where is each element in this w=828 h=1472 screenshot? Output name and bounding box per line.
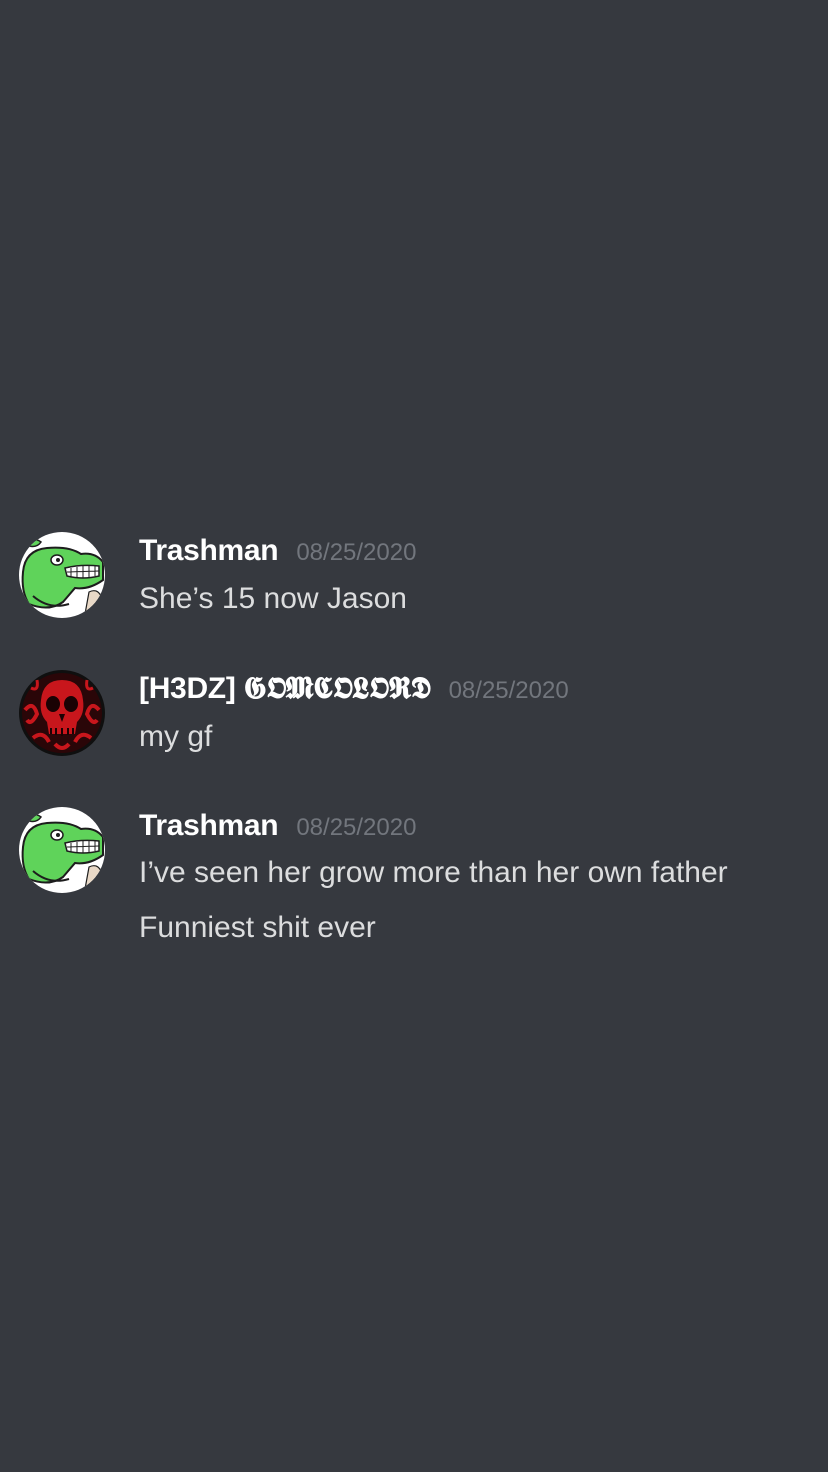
green-creature-avatar-icon[interactable] [19, 807, 105, 893]
timestamp[interactable]: 08/25/2020 [296, 539, 416, 567]
message-text: She’s 15 now Jason [139, 582, 407, 615]
red-skull-avatar-icon[interactable] [19, 670, 105, 756]
message-text: Funniest shit ever [139, 911, 376, 944]
message-header: Trashman 08/25/2020 [139, 809, 416, 843]
username[interactable]: Trashman [139, 534, 279, 568]
message-text: my gf [139, 720, 213, 753]
timestamp[interactable]: 08/25/2020 [296, 814, 416, 842]
green-creature-avatar-icon[interactable] [19, 532, 105, 618]
message-header: Trashman 08/25/2020 [139, 534, 416, 568]
username[interactable]: Trashman [139, 809, 279, 843]
chat-messages: Trashman 08/25/2020 She’s 15 now Jason [… [0, 0, 828, 1472]
username[interactable]: [H3DZ] 𝕲𝕺𝕸𝕮𝕺𝕷𝕺𝕽𝕯 [139, 672, 431, 706]
message-header: [H3DZ] 𝕲𝕺𝕸𝕮𝕺𝕷𝕺𝕽𝕯 08/25/2020 [139, 672, 569, 706]
timestamp[interactable]: 08/25/2020 [449, 677, 569, 705]
message-text: I’ve seen her grow more than her own fat… [139, 856, 728, 889]
